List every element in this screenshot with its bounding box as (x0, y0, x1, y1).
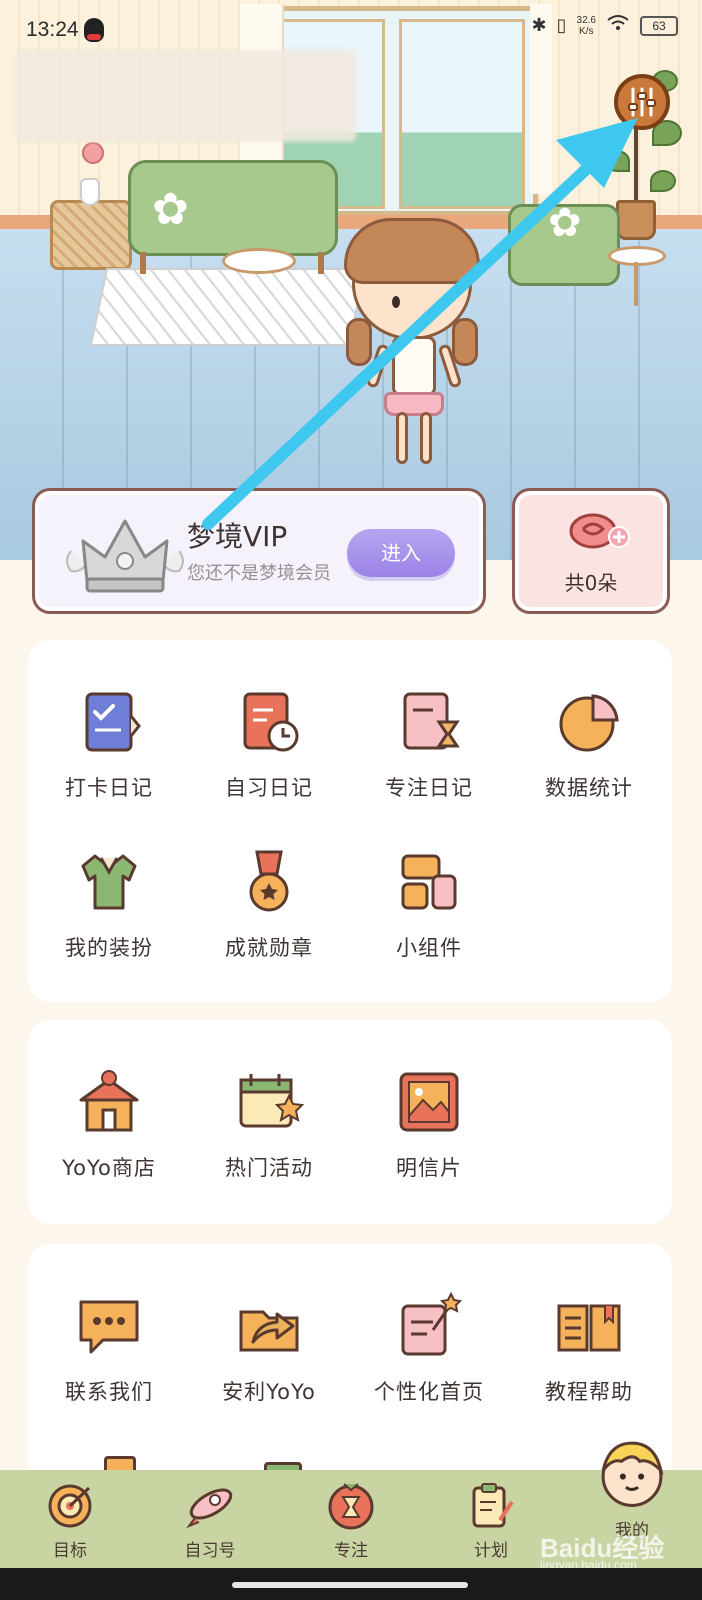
menu-item-postcard[interactable]: 明信片 (354, 1066, 504, 1182)
vip-subtitle: 您还不是梦境会员 (187, 563, 331, 584)
shirt-icon (81, 854, 137, 910)
plant-pot (616, 200, 656, 240)
menu-item-focus-diary[interactable]: 专注日记 (354, 686, 504, 802)
status-time: 13:24 (26, 18, 79, 41)
medal-icon (249, 850, 289, 912)
nav-tab-plan[interactable]: 计划 (431, 1470, 551, 1568)
menu-item-contact[interactable]: 联系我们 (34, 1290, 184, 1406)
crown-icon (66, 519, 184, 593)
side-table (50, 200, 132, 270)
character-body (392, 336, 436, 396)
menu-item-study-diary[interactable]: 自习日记 (194, 686, 344, 802)
vase (80, 178, 100, 206)
vip-title: 梦境VIP (187, 520, 288, 553)
rug (89, 268, 367, 346)
flower-card[interactable]: 共0朵 (512, 488, 670, 614)
target-icon (48, 1484, 92, 1528)
share-folder-icon (239, 1310, 299, 1352)
shop-section: YoYo商店 热门活动 明信片 (28, 1020, 672, 1224)
menu-item-medals[interactable]: 成就勋章 (194, 846, 344, 962)
menu-item-statistics[interactable]: 数据统计 (514, 686, 664, 802)
menu-item-tutorial[interactable]: 教程帮助 (514, 1290, 664, 1406)
clipboard-icon (472, 1483, 514, 1528)
character-hair (344, 218, 480, 284)
postcard-icon (399, 1072, 459, 1132)
chat-bubble-icon (79, 1300, 139, 1354)
daisy-icon: ✿ (548, 200, 582, 246)
nav-tab-focus[interactable]: 专注 (291, 1470, 411, 1568)
open-book-icon (557, 1304, 621, 1352)
features-section: 打卡日记 自习日记 专注日记 数据统计 我的装扮 成就勋章 小组件 (28, 640, 672, 1002)
tomato-hourglass-icon (328, 1483, 374, 1530)
customize-icon (401, 1291, 463, 1356)
coffee-table (222, 248, 296, 274)
character-skirt (384, 392, 444, 416)
shop-icon (79, 1070, 139, 1132)
clock-book-icon (243, 692, 299, 752)
checklist-book-icon (85, 692, 141, 752)
settings-button[interactable] (614, 74, 670, 130)
blurred-area (16, 50, 356, 142)
nav-tab-target[interactable]: 目标 (10, 1470, 130, 1568)
support-section: 联系我们 安利YoYo 个性化首页 教程帮助 (28, 1244, 672, 1484)
menu-item-widgets[interactable]: 小组件 (354, 846, 504, 962)
widget-icon (401, 854, 457, 910)
rocket-icon (186, 1488, 233, 1529)
calendar-star-icon (239, 1074, 305, 1128)
daisy-icon: ✿ (152, 184, 189, 235)
menu-item-events[interactable]: 热门活动 (194, 1066, 344, 1182)
bluetooth-icon: ✱ (531, 15, 547, 36)
home-indicator[interactable] (232, 1582, 468, 1588)
menu-item-checkin-diary[interactable]: 打卡日记 (34, 686, 184, 802)
wifi-icon (606, 14, 630, 37)
sliders-icon (628, 87, 656, 117)
pie-chart-icon (559, 694, 619, 752)
flower-count: 共0朵 (564, 571, 618, 595)
hourglass-book-icon (403, 692, 460, 750)
nav-tab-study-room[interactable]: 自习号 (150, 1470, 270, 1568)
battery-icon: 63 (640, 15, 678, 36)
menu-item-customize-home[interactable]: 个性化首页 (354, 1290, 504, 1406)
vibrate-icon: ▯ (556, 15, 567, 36)
vip-card[interactable]: 梦境VIP 您还不是梦境会员 进入 (32, 488, 486, 614)
qq-icon (84, 18, 104, 42)
rose-add-icon (569, 513, 630, 549)
network-speed: 32.6 K/s (576, 14, 596, 37)
avatar-icon (601, 1441, 664, 1507)
menu-item-dressup[interactable]: 我的装扮 (34, 846, 184, 962)
menu-item-recommend[interactable]: 安利YoYo (194, 1290, 344, 1406)
rose-decoration (82, 142, 104, 164)
vip-enter-button[interactable]: 进入 (347, 529, 455, 577)
menu-item-shop[interactable]: YoYo商店 (34, 1066, 184, 1182)
